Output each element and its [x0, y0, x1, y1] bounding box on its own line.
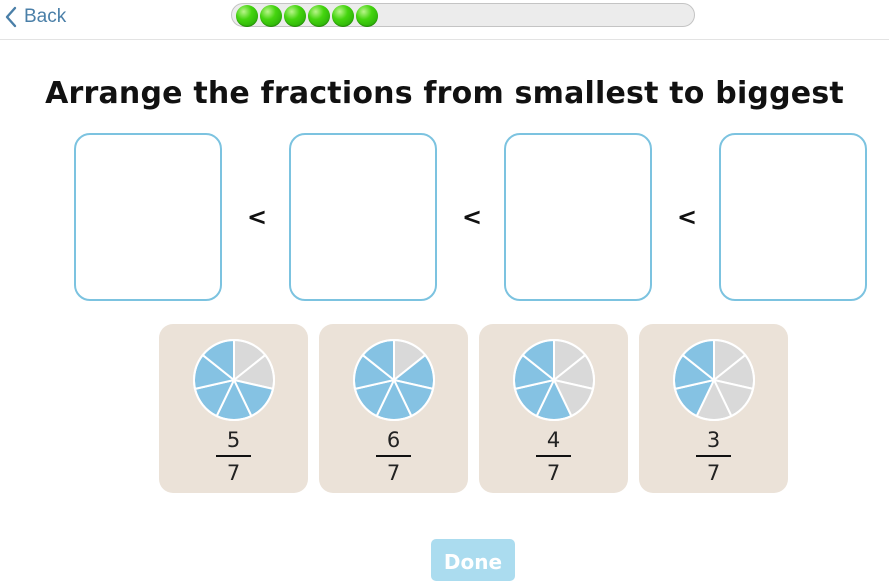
- fraction-card[interactable]: 3 7: [639, 324, 788, 493]
- answer-slot-2[interactable]: [289, 133, 437, 301]
- answer-slot-4[interactable]: [719, 133, 867, 301]
- progress-dot: [356, 5, 378, 27]
- fraction-numerator: 6: [386, 428, 401, 452]
- progress-dot: [332, 5, 354, 27]
- less-than-sign-1: <: [247, 203, 268, 231]
- fraction-denominator: 7: [546, 461, 561, 485]
- top-bar: Back: [0, 0, 889, 40]
- pie-chart-icon: [353, 338, 435, 421]
- done-button[interactable]: Done: [431, 539, 515, 581]
- pie-chart-icon: [673, 338, 755, 421]
- progress-dot: [284, 5, 306, 27]
- progress-bar: [231, 3, 695, 27]
- progress-dot: [308, 5, 330, 27]
- progress-dot: [260, 5, 282, 27]
- less-than-sign-2: <: [462, 203, 483, 231]
- fraction-card[interactable]: 6 7: [319, 324, 468, 493]
- progress-dot: [236, 5, 258, 27]
- less-than-sign-3: <: [677, 203, 698, 231]
- fraction-card[interactable]: 5 7: [159, 324, 308, 493]
- fraction-bar: [536, 455, 571, 457]
- progress-dots: [236, 5, 378, 27]
- pie-chart-icon: [513, 338, 595, 421]
- answer-slot-3[interactable]: [504, 133, 652, 301]
- fraction-denominator: 7: [386, 461, 401, 485]
- fraction-bar: [376, 455, 411, 457]
- back-button[interactable]: Back: [4, 5, 66, 29]
- fraction-denominator: 7: [226, 461, 241, 485]
- answer-slot-1[interactable]: [74, 133, 222, 301]
- chevron-left-icon: [5, 6, 17, 28]
- fraction-card[interactable]: 4 7: [479, 324, 628, 493]
- fraction-numerator: 3: [706, 428, 721, 452]
- fraction-bar: [216, 455, 251, 457]
- back-label: Back: [24, 6, 67, 27]
- fraction-numerator: 5: [226, 428, 241, 452]
- pie-chart-icon: [193, 338, 275, 421]
- fraction-denominator: 7: [706, 461, 721, 485]
- fraction-bar: [696, 455, 731, 457]
- page-title: Arrange the fractions from smallest to b…: [45, 76, 844, 111]
- fraction-numerator: 4: [546, 428, 561, 452]
